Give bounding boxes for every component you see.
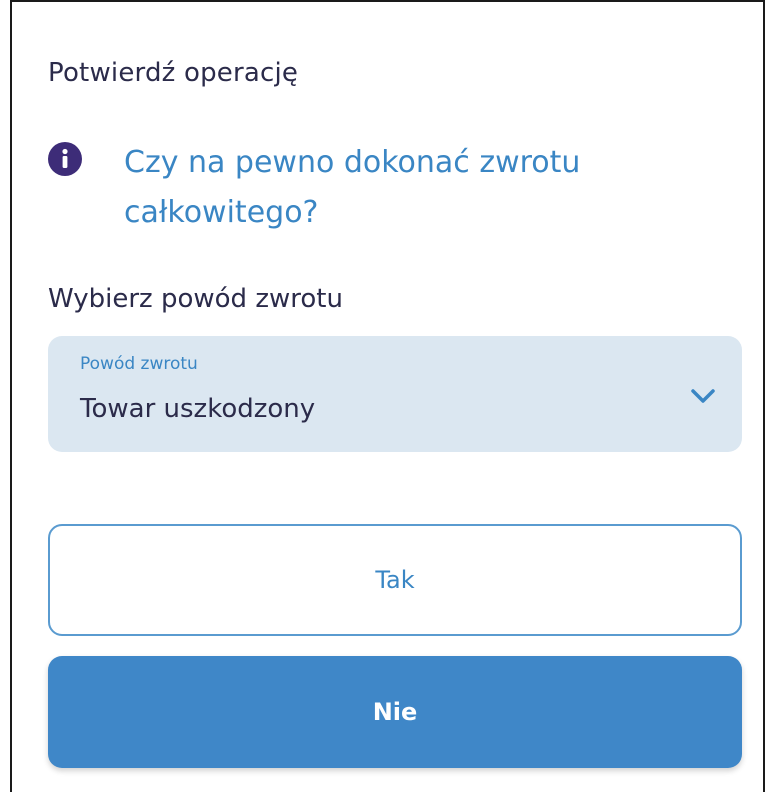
dialog-title: Potwierdź operację — [48, 58, 299, 88]
chevron-down-icon[interactable] — [690, 386, 716, 406]
confirm-message: Czy na pewno dokonać zwrotu całkowitego? — [124, 145, 581, 230]
yes-button[interactable]: Tak — [48, 524, 742, 636]
info-message-row: Czy na pewno dokonać zwrotu całkowitego? — [48, 138, 728, 238]
confirm-dialog: Potwierdź operację Czy na pewno dokonać … — [10, 0, 765, 792]
info-icon — [48, 142, 82, 176]
reason-section-label: Wybierz powód zwrotu — [48, 284, 343, 314]
return-reason-select[interactable]: Powód zwrotu Towar uszkodzony — [48, 336, 742, 452]
select-floating-label: Powód zwrotu — [80, 354, 198, 374]
select-current-value: Towar uszkodzony — [80, 394, 316, 424]
no-button[interactable]: Nie — [48, 656, 742, 768]
